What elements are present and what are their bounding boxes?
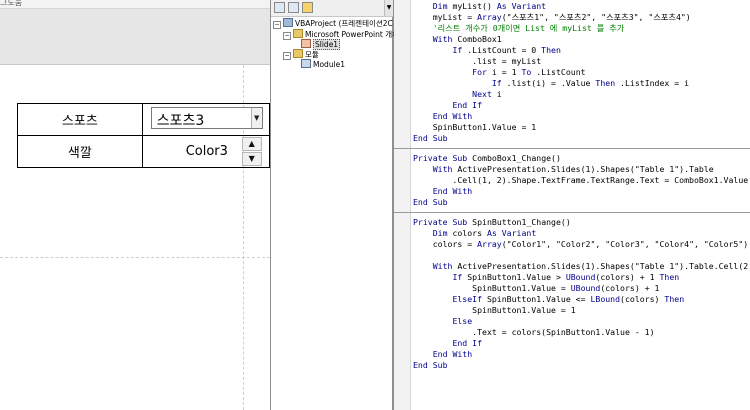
code-line: End If bbox=[452, 338, 483, 348]
color-value: Color3 bbox=[185, 144, 228, 159]
table-row: 스포츠 스포츠3 ▼ bbox=[17, 103, 270, 136]
code-line: Dim myList() As Variant bbox=[432, 1, 547, 11]
table-cell-color-label: 색깔 bbox=[17, 135, 143, 168]
project-toolbar: ▼ bbox=[271, 0, 393, 17]
tree-project-root[interactable]: − VBAProject (프레젠테이션2C bbox=[273, 18, 393, 29]
tree-label: VBAProject (프레젠테이션2C bbox=[295, 19, 393, 28]
code-line: Private Sub ComboBox1_Change() bbox=[413, 153, 561, 163]
code-line: colors = Array("Color1", "Color2", "Colo… bbox=[413, 239, 749, 249]
slide-icon bbox=[301, 39, 311, 48]
toggle-folders-icon[interactable] bbox=[302, 2, 313, 13]
scroll-down-icon[interactable]: ▼ bbox=[384, 0, 393, 16]
code-line: End Sub bbox=[413, 360, 448, 370]
code-line: Dim colors As Variant bbox=[432, 228, 537, 238]
procedure-separator bbox=[394, 212, 750, 213]
code-line: End If bbox=[452, 100, 483, 110]
spin-up-icon[interactable]: ▲ bbox=[241, 137, 262, 151]
code-line: Else bbox=[452, 316, 473, 326]
code-window[interactable]: Dim myList() As Variant myList = Array("… bbox=[394, 0, 750, 410]
procedure-separator bbox=[394, 148, 750, 149]
slide-canvas[interactable]: 스포츠 스포츠3 ▼ 색깔 Color3 ▲ ▼ bbox=[0, 65, 270, 410]
tree-slide1[interactable]: Slide1 bbox=[301, 39, 341, 50]
code-line: For i = 1 To .ListCount bbox=[472, 67, 586, 77]
module-icon bbox=[301, 59, 311, 68]
code-line: myList = Array("스포츠1", "스포츠2", "스포츠3", "… bbox=[413, 12, 691, 22]
spin-down-icon[interactable]: ▼ bbox=[241, 152, 262, 166]
slide-table[interactable]: 스포츠 스포츠3 ▼ 색깔 Color3 ▲ ▼ bbox=[17, 103, 270, 168]
code-margin bbox=[394, 0, 411, 410]
code-line: End With bbox=[432, 111, 473, 121]
tree-label: 모듈 bbox=[305, 50, 319, 59]
code-line: .Cell(1, 2).Shape.TextFrame.TextRange.Te… bbox=[413, 175, 749, 185]
table-cell-combo: 스포츠3 ▼ bbox=[141, 103, 270, 136]
code-line: End With bbox=[432, 186, 473, 196]
tree-label: Microsoft PowerPoint 개체 bbox=[305, 30, 399, 39]
ribbon-area bbox=[0, 9, 270, 65]
project-explorer: ▼ − VBAProject (프레젠테이션2C − Microsoft Power… bbox=[270, 0, 399, 410]
code-line: ElseIf SpinButton1.Value <= LBound(color… bbox=[452, 294, 685, 304]
code-line: With ActivePresentation.Slides(1).Shapes… bbox=[432, 164, 714, 174]
code-line: End Sub bbox=[413, 133, 448, 143]
color-spin-button[interactable]: ▲ ▼ bbox=[241, 137, 262, 166]
code-line: With ActivePresentation.Slides(1).Shapes… bbox=[432, 261, 750, 271]
code-line: If SpinButton1.Value > UBound(colors) + … bbox=[452, 272, 680, 282]
code-line: With ComboBox1 bbox=[432, 34, 502, 44]
code-line: SpinButton1.Value = 1 bbox=[413, 305, 576, 315]
collapse-icon[interactable]: − bbox=[283, 32, 291, 40]
sports-combobox[interactable]: 스포츠3 ▼ bbox=[150, 107, 263, 129]
code-line: Private Sub SpinButton1_Change() bbox=[413, 217, 571, 227]
code-line: .list = myList bbox=[413, 56, 542, 66]
folder-icon bbox=[293, 29, 303, 38]
tree-label: Module1 bbox=[313, 60, 346, 69]
dropdown-arrow-icon[interactable]: ▼ bbox=[250, 108, 262, 128]
slide-editor: 그도움 스포츠 스포츠3 ▼ 색깔 Color3 ▲ ▼ bbox=[0, 0, 270, 410]
table-row: 색깔 Color3 ▲ ▼ bbox=[17, 135, 270, 168]
view-code-icon[interactable] bbox=[274, 2, 285, 13]
view-object-icon[interactable] bbox=[288, 2, 299, 13]
folder-icon bbox=[293, 49, 303, 58]
code-line: Next i bbox=[472, 89, 502, 99]
code-line: '리스트 개수가 0개이면 List 에 myList 를 추가 bbox=[432, 23, 625, 33]
code-line: End Sub bbox=[413, 197, 448, 207]
table-cell-spin: Color3 ▲ ▼ bbox=[141, 135, 270, 168]
code-line: If .list(i) = .Value Then .ListIndex = i bbox=[491, 78, 690, 88]
ribbon-label: 그도움 bbox=[0, 0, 23, 7]
table-cell-sports-label: 스포츠 bbox=[17, 103, 143, 136]
vba-project-icon bbox=[283, 18, 293, 27]
guide-line-horizontal bbox=[0, 257, 270, 258]
code-line: SpinButton1.Value = UBound(colors) + 1 bbox=[413, 283, 660, 293]
code-line: SpinButton1.Value = 1 bbox=[413, 122, 537, 132]
combobox-value: 스포츠3 bbox=[156, 113, 205, 129]
ribbon-edge: 그도움 bbox=[0, 0, 270, 9]
code-line: If .ListCount = 0 Then bbox=[452, 45, 561, 55]
tree-module1[interactable]: Module1 bbox=[301, 59, 345, 69]
collapse-icon[interactable]: − bbox=[273, 21, 281, 29]
collapse-icon[interactable]: − bbox=[283, 52, 291, 60]
code-line: .Text = colors(SpinButton1.Value - 1) bbox=[413, 327, 655, 337]
code-line: End With bbox=[432, 349, 473, 359]
code-lines: Dim myList() As Variant myList = Array("… bbox=[394, 1, 750, 371]
